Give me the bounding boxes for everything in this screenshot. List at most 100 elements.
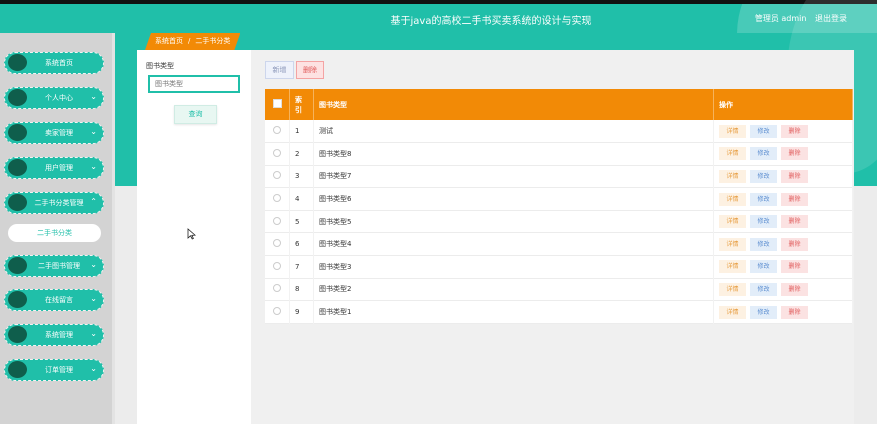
checkbox-icon <box>273 239 281 248</box>
breadcrumb: 系统首页 / 二手书分类 <box>145 33 240 50</box>
menu-dot-icon <box>8 194 27 211</box>
column-header-book-type: 图书类型 <box>313 89 714 120</box>
row-checkbox[interactable] <box>265 255 290 279</box>
breadcrumb-current: 二手书分类 <box>195 37 231 45</box>
sidebar-item-label: 二手书分类管理 <box>34 199 84 207</box>
edit-button[interactable]: 修改 <box>750 169 777 183</box>
delete-button[interactable]: 删除 <box>781 147 808 161</box>
sidebar-item-label: 用户管理 <box>45 164 73 172</box>
row-book-type: 测试 <box>313 120 714 143</box>
sidebar-subitem-book-category[interactable]: 二手书分类 <box>8 224 101 242</box>
detail-button[interactable]: 详情 <box>719 147 746 161</box>
sidebar: 系统首页 个人中心 ⌄ 卖家管理 ⌄ 用户管理 ⌄ 二手书分类管理 ⌃ 二手书分… <box>0 33 115 424</box>
row-checkbox[interactable] <box>265 187 290 211</box>
menu-dot-icon <box>8 159 27 176</box>
table-row: 5 图书类型5 详情 修改 删除 <box>265 210 853 233</box>
checkbox-icon <box>273 307 281 316</box>
sidebar-item-home[interactable]: 系统首页 <box>4 52 104 74</box>
sidebar-item-system-management[interactable]: 系统管理 ⌄ <box>4 324 104 346</box>
add-button[interactable]: 新增 <box>265 61 294 79</box>
cursor-arrow-icon <box>187 228 196 240</box>
detail-button[interactable]: 详情 <box>719 192 746 206</box>
sidebar-item-seller-management[interactable]: 卖家管理 ⌄ <box>4 122 104 144</box>
row-actions: 详情 修改 删除 <box>713 210 853 233</box>
row-book-type: 图书类型7 <box>313 165 714 188</box>
table-row: 7 图书类型3 详情 修改 删除 <box>265 255 853 279</box>
row-index: 3 <box>289 165 314 188</box>
edit-button[interactable]: 修改 <box>750 260 777 274</box>
book-type-label: 图书类型 <box>146 62 174 70</box>
checkbox-icon <box>273 171 281 180</box>
row-actions: 详情 修改 删除 <box>713 278 853 301</box>
row-checkbox[interactable] <box>265 142 290 166</box>
row-index: 5 <box>289 210 314 233</box>
row-book-type: 图书类型5 <box>313 210 714 233</box>
app-header: 基于java的高校二手书买卖系统的设计与实现 管理员 admin 退出登录 <box>0 4 877 33</box>
menu-dot-icon <box>8 326 27 343</box>
row-checkbox[interactable] <box>265 120 290 143</box>
book-type-search-input[interactable] <box>148 75 240 93</box>
sidebar-item-order-management[interactable]: 订单管理 ⌄ <box>4 359 104 381</box>
sidebar-item-book-management[interactable]: 二手图书管理 ⌄ <box>4 255 104 277</box>
sidebar-item-online-messages[interactable]: 在线留言 ⌄ <box>4 289 104 311</box>
checkbox-icon <box>273 261 281 270</box>
table-row: 6 图书类型4 详情 修改 删除 <box>265 232 853 256</box>
delete-button[interactable]: 删除 <box>781 237 808 251</box>
app-title: 基于java的高校二手书买卖系统的设计与实现 <box>390 16 592 27</box>
delete-button[interactable]: 删除 <box>781 282 808 296</box>
delete-button[interactable]: 删除 <box>781 305 808 319</box>
detail-button[interactable]: 详情 <box>719 169 746 183</box>
table-row: 4 图书类型6 详情 修改 删除 <box>265 187 853 211</box>
table-row: 2 图书类型8 详情 修改 删除 <box>265 142 853 166</box>
sidebar-item-label: 订单管理 <box>45 366 73 374</box>
row-book-type: 图书类型2 <box>313 278 714 301</box>
delete-button[interactable]: 删除 <box>781 215 808 229</box>
batch-delete-button[interactable]: 删除 <box>296 61 324 79</box>
sidebar-item-book-category-management[interactable]: 二手书分类管理 ⌃ <box>4 192 104 214</box>
checkbox-icon <box>273 148 281 157</box>
delete-button[interactable]: 删除 <box>781 169 808 183</box>
delete-button[interactable]: 删除 <box>781 124 808 138</box>
row-checkbox[interactable] <box>265 232 290 256</box>
checkbox-icon <box>273 284 281 293</box>
row-actions: 详情 修改 删除 <box>713 255 853 279</box>
detail-button[interactable]: 详情 <box>719 237 746 251</box>
row-checkbox[interactable] <box>265 278 290 301</box>
edit-button[interactable]: 修改 <box>750 282 777 296</box>
row-checkbox[interactable] <box>265 165 290 188</box>
detail-button[interactable]: 详情 <box>719 124 746 138</box>
row-checkbox[interactable] <box>265 210 290 233</box>
row-index: 7 <box>289 255 314 279</box>
row-actions: 详情 修改 删除 <box>713 120 853 143</box>
select-all-checkbox[interactable] <box>265 89 290 120</box>
delete-button[interactable]: 删除 <box>781 192 808 206</box>
chevron-up-icon: ⌃ <box>90 197 97 206</box>
edit-button[interactable]: 修改 <box>750 192 777 206</box>
checkbox-icon <box>272 99 282 108</box>
chevron-down-icon: ⌄ <box>90 260 97 269</box>
edit-button[interactable]: 修改 <box>750 305 777 319</box>
detail-button[interactable]: 详情 <box>719 260 746 274</box>
menu-dot-icon <box>8 124 27 141</box>
delete-button[interactable]: 删除 <box>781 260 808 274</box>
row-actions: 详情 修改 删除 <box>713 165 853 188</box>
query-button[interactable]: 查询 <box>174 105 217 124</box>
row-checkbox[interactable] <box>265 300 290 324</box>
sidebar-item-label: 系统首页 <box>45 59 73 67</box>
detail-button[interactable]: 详情 <box>719 305 746 319</box>
menu-dot-icon <box>8 361 27 378</box>
chevron-down-icon: ⌄ <box>90 294 97 303</box>
edit-button[interactable]: 修改 <box>750 147 777 161</box>
row-actions: 详情 修改 删除 <box>713 232 853 256</box>
detail-button[interactable]: 详情 <box>719 215 746 229</box>
sidebar-item-personal-center[interactable]: 个人中心 ⌄ <box>4 87 104 109</box>
breadcrumb-home[interactable]: 系统首页 <box>155 37 183 45</box>
sidebar-item-user-management[interactable]: 用户管理 ⌄ <box>4 157 104 179</box>
column-header-index: 索引 <box>289 89 314 120</box>
edit-button[interactable]: 修改 <box>750 124 777 138</box>
detail-button[interactable]: 详情 <box>719 282 746 296</box>
edit-button[interactable]: 修改 <box>750 215 777 229</box>
row-index: 4 <box>289 187 314 211</box>
table-row: 1 测试 详情 修改 删除 <box>265 120 853 143</box>
edit-button[interactable]: 修改 <box>750 237 777 251</box>
